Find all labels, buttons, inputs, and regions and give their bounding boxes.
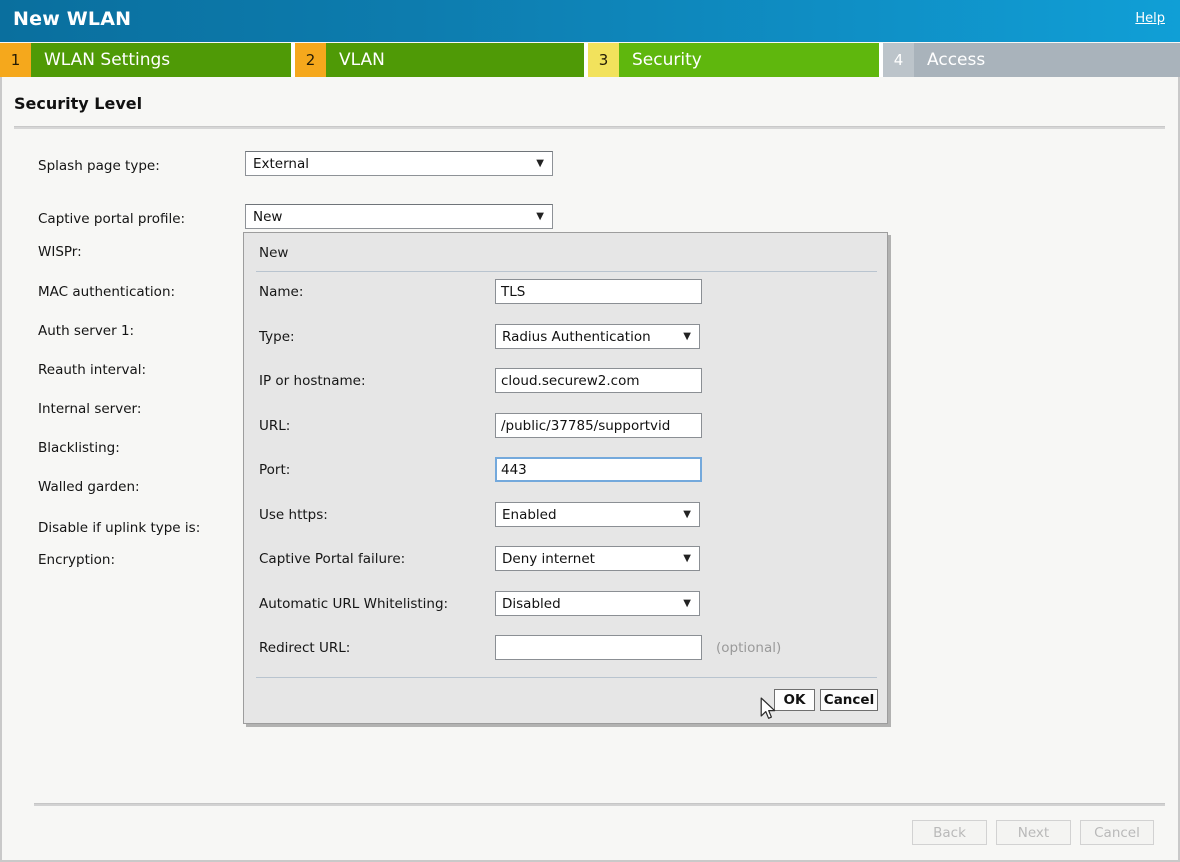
back-button[interactable]: Back <box>912 820 987 845</box>
splash-page-type-select[interactable]: External ▼ <box>245 151 553 176</box>
label-captive-portal-profile: Captive portal profile: <box>38 211 185 227</box>
dialog-url-input[interactable]: /public/37785/supportvid <box>495 413 702 438</box>
dialog-ok-button[interactable]: OK <box>774 689 815 711</box>
page-title: Security Level <box>14 94 142 113</box>
wizard-step-access[interactable]: 4 Access <box>883 43 1180 77</box>
label-reauth-interval: Reauth interval: <box>38 362 146 378</box>
dialog-label-type: Type: <box>259 329 295 345</box>
label-mac-authentication: MAC authentication: <box>38 284 175 300</box>
footer-divider <box>34 803 1165 806</box>
label-splash-page-type: Splash page type: <box>38 158 160 174</box>
help-link[interactable]: Help <box>1135 11 1165 26</box>
wizard-step-wlan-settings[interactable]: 1 WLAN Settings <box>0 43 291 77</box>
label-encryption: Encryption: <box>38 552 115 568</box>
dialog-title: New <box>259 245 288 261</box>
step-number: 1 <box>0 43 31 77</box>
wlan-wizard-window: New WLAN Help 1 WLAN Settings 2 VLAN 3 S… <box>0 0 1180 862</box>
dialog-captive-portal-failure-select[interactable]: Deny internet ▼ <box>495 546 700 571</box>
dialog-use-https-value: Enabled <box>502 507 557 523</box>
dialog-label-url: URL: <box>259 418 290 434</box>
page-left-border <box>0 77 2 862</box>
captive-portal-profile-value: New <box>253 209 282 225</box>
title-banner: New WLAN Help <box>0 0 1180 42</box>
dialog-label-redirect-url: Redirect URL: <box>259 640 350 656</box>
dialog-redirect-url-input[interactable] <box>495 635 702 660</box>
dialog-label-automatic-url-whitelisting: Automatic URL Whitelisting: <box>259 596 448 612</box>
chevron-down-icon: ▼ <box>536 212 544 222</box>
next-button[interactable]: Next <box>996 820 1071 845</box>
step-label: VLAN <box>326 43 584 77</box>
dialog-port-input[interactable]: 443 <box>495 457 702 482</box>
step-number: 4 <box>883 43 914 77</box>
label-walled-garden: Walled garden: <box>38 479 140 495</box>
dialog-label-name: Name: <box>259 284 303 300</box>
dialog-title-divider <box>256 271 877 272</box>
dialog-use-https-select[interactable]: Enabled ▼ <box>495 502 700 527</box>
cancel-button[interactable]: Cancel <box>1080 820 1154 845</box>
step-label: WLAN Settings <box>31 43 291 77</box>
captive-portal-profile-select[interactable]: New ▼ <box>245 204 553 229</box>
dialog-label-ip-hostname: IP or hostname: <box>259 373 366 389</box>
dialog-type-value: Radius Authentication <box>502 329 651 345</box>
chevron-down-icon: ▼ <box>683 599 691 609</box>
dialog-type-select[interactable]: Radius Authentication ▼ <box>495 324 700 349</box>
dialog-footer-divider <box>256 677 877 678</box>
chevron-down-icon: ▼ <box>683 510 691 520</box>
label-blacklisting: Blacklisting: <box>38 440 120 456</box>
dialog-captive-portal-failure-value: Deny internet <box>502 551 595 567</box>
chevron-down-icon: ▼ <box>683 554 691 564</box>
label-disable-if-uplink-type: Disable if uplink type is: <box>38 520 200 536</box>
step-number: 2 <box>295 43 326 77</box>
window-title: New WLAN <box>13 8 131 30</box>
new-captive-portal-dialog: New Name: TLS Type: Radius Authenticatio… <box>243 232 888 724</box>
dialog-ip-hostname-input[interactable]: cloud.securew2.com <box>495 368 702 393</box>
dialog-automatic-url-whitelisting-value: Disabled <box>502 596 561 612</box>
dialog-automatic-url-whitelisting-select[interactable]: Disabled ▼ <box>495 591 700 616</box>
wizard-step-bar: 1 WLAN Settings 2 VLAN 3 Security 4 Acce… <box>0 43 1180 77</box>
wizard-step-security[interactable]: 3 Security <box>588 43 879 77</box>
wizard-step-vlan[interactable]: 2 VLAN <box>295 43 584 77</box>
step-number: 3 <box>588 43 619 77</box>
step-label: Access <box>914 43 1180 77</box>
title-divider <box>14 126 1165 129</box>
splash-page-type-value: External <box>253 156 309 172</box>
chevron-down-icon: ▼ <box>683 332 691 342</box>
dialog-label-use-https: Use https: <box>259 507 328 523</box>
dialog-label-captive-portal-failure: Captive Portal failure: <box>259 551 405 567</box>
redirect-url-optional-note: (optional) <box>716 640 781 656</box>
label-internal-server: Internal server: <box>38 401 141 417</box>
dialog-name-input[interactable]: TLS <box>495 279 702 304</box>
step-label: Security <box>619 43 879 77</box>
dialog-label-port: Port: <box>259 462 290 478</box>
label-wispr: WISPr: <box>38 244 82 260</box>
label-auth-server-1: Auth server 1: <box>38 323 134 339</box>
dialog-cancel-button[interactable]: Cancel <box>820 689 878 711</box>
chevron-down-icon: ▼ <box>536 159 544 169</box>
